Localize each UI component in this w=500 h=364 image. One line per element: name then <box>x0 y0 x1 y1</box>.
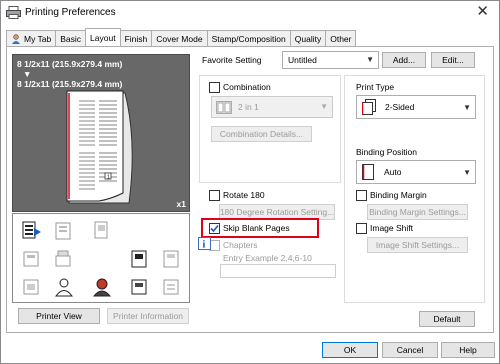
tab-basic[interactable]: Basic <box>55 30 87 46</box>
fold-icon <box>131 279 147 295</box>
image-shift-checkbox[interactable] <box>356 223 367 234</box>
output-paper-size: 8 1/2x11 (215.9x279.4 mm) <box>17 79 123 89</box>
chevron-down-icon: ▼ <box>463 168 471 177</box>
tab-strip: My Tab Basic Layout Finish Cover Mode St… <box>6 28 357 46</box>
user-icon <box>12 33 20 44</box>
skip-blank-pages-label: Skip Blank Pages <box>223 223 290 233</box>
binding-margin-settings-button: Binding Margin Settings... <box>367 204 468 220</box>
binding-position-label: Binding Position <box>356 147 417 157</box>
output-tray-icon <box>163 250 179 268</box>
print-type-label: Print Type <box>356 82 395 92</box>
svg-text:i: i <box>203 240 206 251</box>
chevron-down-icon: ▼ <box>366 55 374 64</box>
paper-cabinet-icon <box>163 279 179 295</box>
tray-icon <box>55 222 71 240</box>
paper-arrow: ▼ <box>23 69 32 79</box>
two-in-one-icon <box>216 100 232 114</box>
binding-margin-checkbox[interactable] <box>356 190 367 201</box>
punch-icon <box>23 279 39 295</box>
page-preview-icon: 1 <box>66 90 133 204</box>
tab-my-tab[interactable]: My Tab <box>6 30 57 46</box>
ok-button[interactable]: OK <box>322 342 378 358</box>
tab-quality[interactable]: Quality <box>289 30 327 46</box>
printing-preferences-window: Printing Preferences ✕ My Tab Basic Layo… <box>0 0 500 364</box>
print-preview: 8 1/2x11 (215.9x279.4 mm) ▼ 8 1/2x11 (21… <box>12 54 190 212</box>
tab-cover-mode[interactable]: Cover Mode <box>151 30 208 46</box>
favorite-setting-label: Favorite Setting <box>202 55 262 65</box>
document-icon <box>94 221 108 239</box>
combination-label: Combination <box>223 82 271 92</box>
finisher-icon <box>23 251 39 267</box>
combination-select: 2 in 1 ▼ <box>211 96 333 118</box>
default-button[interactable]: Default <box>419 311 475 327</box>
title-bar: Printing Preferences ✕ <box>1 1 499 26</box>
chevron-down-icon: ▼ <box>320 102 328 111</box>
copies-count: x1 <box>176 199 186 209</box>
skip-blank-pages-checkbox[interactable] <box>209 223 220 234</box>
original-paper-size: 8 1/2x11 (215.9x279.4 mm) <box>17 59 123 69</box>
help-button[interactable]: Help <box>441 342 495 358</box>
stapler-icon <box>55 250 71 267</box>
tab-stamp-composition[interactable]: Stamp/Composition <box>206 30 291 46</box>
tab-layout[interactable]: Layout <box>85 28 121 46</box>
favorite-add-button[interactable]: Add... <box>382 52 426 68</box>
binding-auto-icon <box>362 164 374 180</box>
image-shift-label: Image Shift <box>370 223 413 233</box>
cancel-button[interactable]: Cancel <box>382 342 438 358</box>
printer-view-button[interactable]: Printer View <box>18 308 100 324</box>
binding-margin-label: Binding Margin <box>370 190 427 200</box>
close-icon[interactable]: ✕ <box>476 3 489 21</box>
chevron-down-icon: ▼ <box>463 103 471 112</box>
info-icon: i <box>198 237 211 250</box>
print-type-select[interactable]: 2-Sided ▼ <box>356 95 476 119</box>
rotate-180-checkbox[interactable] <box>209 190 220 201</box>
chapters-label: Chapters <box>223 240 258 250</box>
two-sided-icon <box>362 99 376 115</box>
device-preview <box>12 213 190 303</box>
image-shift-settings-button: Image Shift Settings... <box>367 237 468 253</box>
auth-user-icon <box>55 278 73 297</box>
rotate-180-label: Rotate 180 <box>223 190 265 200</box>
favorite-edit-button[interactable]: Edit... <box>431 52 475 68</box>
printer-icon <box>6 6 21 19</box>
account-track-icon <box>92 278 112 297</box>
printer-information-button: Printer Information <box>107 308 189 324</box>
binding-position-select[interactable]: Auto ▼ <box>356 160 476 184</box>
svg-text:1: 1 <box>107 175 110 181</box>
tab-finish[interactable]: Finish <box>119 30 153 46</box>
tab-other[interactable]: Other <box>325 30 357 46</box>
booklet-icon <box>131 250 147 268</box>
chapters-input <box>220 264 336 278</box>
printer-main-icon <box>22 221 41 239</box>
window-title: Printing Preferences <box>25 7 116 18</box>
checkmark-icon <box>210 224 219 233</box>
combination-details-button: Combination Details... <box>211 126 312 142</box>
favorite-setting-select[interactable]: Untitled ▼ <box>282 51 379 69</box>
chapters-example-label: Entry Example 2,4,6-10 <box>223 253 312 263</box>
combination-checkbox[interactable] <box>209 82 220 93</box>
